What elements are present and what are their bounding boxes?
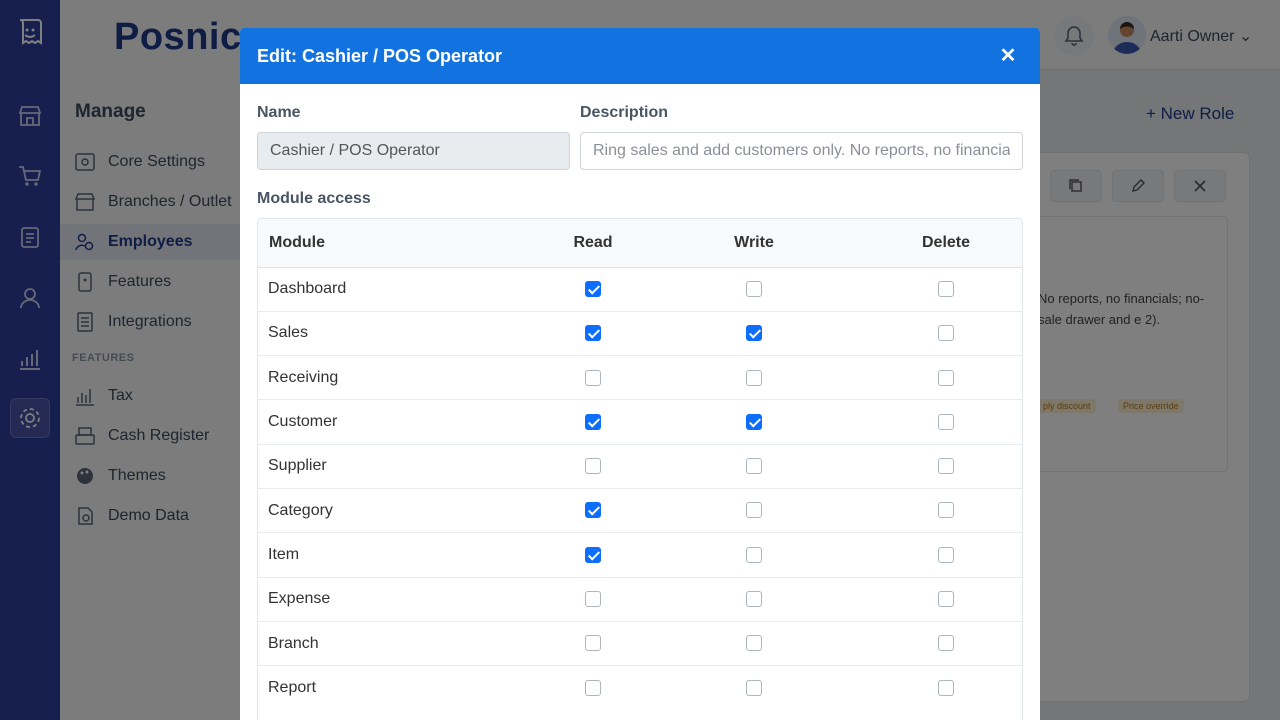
permission-cell-delete — [870, 620, 1022, 666]
permission-cell-read — [548, 399, 638, 445]
table-row: Sales — [258, 310, 1022, 356]
module-name: Sales — [258, 310, 548, 356]
permission-cell-read — [548, 443, 638, 489]
module-name: Expense — [258, 576, 548, 622]
permission-cell-delete — [870, 665, 1022, 710]
read-checkbox[interactable] — [585, 280, 601, 297]
delete-checkbox[interactable] — [938, 280, 954, 297]
permission-cell-delete — [870, 532, 1022, 578]
delete-checkbox[interactable] — [938, 502, 954, 519]
write-checkbox[interactable] — [746, 679, 762, 696]
permission-cell-write — [638, 487, 870, 533]
permission-cell-read — [548, 487, 638, 533]
delete-checkbox[interactable] — [938, 458, 954, 475]
delete-checkbox[interactable] — [938, 679, 954, 696]
column-header-read: Read — [548, 219, 638, 268]
module-access-label: Module access — [257, 190, 371, 207]
name-label: Name — [257, 104, 301, 121]
edit-role-modal: Edit: Cashier / POS Operator ✕ Name Desc… — [240, 28, 1040, 720]
read-checkbox[interactable] — [585, 546, 601, 563]
table-row: Dashboard — [258, 266, 1022, 312]
write-checkbox[interactable] — [746, 458, 762, 475]
column-header-write: Write — [638, 219, 870, 268]
permission-cell-read — [548, 355, 638, 400]
permission-cell-write — [638, 355, 870, 400]
permission-cell-write — [638, 620, 870, 666]
permission-cell-read — [548, 266, 638, 312]
permission-cell-write — [638, 399, 870, 445]
write-checkbox[interactable] — [746, 413, 762, 430]
permission-cell-read — [548, 665, 638, 710]
table-header-row: Module Read Write Delete — [258, 219, 1022, 268]
permission-cell-delete — [870, 443, 1022, 489]
permission-cell-write — [638, 532, 870, 578]
permission-cell-delete — [870, 399, 1022, 445]
delete-checkbox[interactable] — [938, 635, 954, 652]
permission-cell-delete — [870, 266, 1022, 312]
permission-cell-write — [638, 310, 870, 356]
read-checkbox[interactable] — [585, 369, 601, 386]
permission-cell-write — [638, 266, 870, 312]
permission-cell-delete — [870, 576, 1022, 622]
module-name: Dashboard — [258, 266, 548, 312]
column-header-module: Module — [258, 219, 548, 268]
write-checkbox[interactable] — [746, 502, 762, 519]
permission-cell-delete — [870, 355, 1022, 400]
read-checkbox[interactable] — [585, 590, 601, 607]
permission-cell-write — [638, 443, 870, 489]
close-icon[interactable]: ✕ — [998, 46, 1018, 66]
permissions-table-body: Dashboard Sales Receiving Customer Supplier C… — [258, 266, 1022, 710]
table-row: Report — [258, 665, 1022, 710]
read-checkbox[interactable] — [585, 635, 601, 652]
description-label: Description — [580, 104, 669, 121]
table-row: Branch — [258, 620, 1022, 666]
write-checkbox[interactable] — [746, 546, 762, 563]
write-checkbox[interactable] — [746, 369, 762, 386]
permission-cell-delete — [870, 310, 1022, 356]
read-checkbox[interactable] — [585, 458, 601, 475]
permission-cell-read — [548, 532, 638, 578]
module-name: Category — [258, 487, 548, 533]
delete-checkbox[interactable] — [938, 590, 954, 607]
table-row: Category — [258, 487, 1022, 533]
module-name: Supplier — [258, 443, 548, 489]
table-row: Supplier — [258, 443, 1022, 489]
module-name: Item — [258, 532, 548, 578]
read-checkbox[interactable] — [585, 679, 601, 696]
read-checkbox[interactable] — [585, 413, 601, 430]
delete-checkbox[interactable] — [938, 369, 954, 386]
permissions-table: Module Read Write Delete Dashboard Sales R… — [257, 218, 1023, 720]
delete-checkbox[interactable] — [938, 546, 954, 563]
permission-cell-delete — [870, 487, 1022, 533]
permission-cell-write — [638, 576, 870, 622]
permission-cell-read — [548, 310, 638, 356]
table-row: Expense — [258, 576, 1022, 622]
delete-checkbox[interactable] — [938, 413, 954, 430]
module-name: Receiving — [258, 355, 548, 400]
modal-header: Edit: Cashier / POS Operator ✕ — [240, 28, 1040, 84]
write-checkbox[interactable] — [746, 325, 762, 342]
write-checkbox[interactable] — [746, 590, 762, 607]
delete-checkbox[interactable] — [938, 325, 954, 342]
permission-cell-read — [548, 576, 638, 622]
write-checkbox[interactable] — [746, 635, 762, 652]
module-name: Branch — [258, 620, 548, 666]
column-header-delete: Delete — [870, 219, 1022, 268]
write-checkbox[interactable] — [746, 280, 762, 297]
role-name-field[interactable] — [257, 132, 570, 170]
module-name: Report — [258, 665, 548, 710]
module-name: Customer — [258, 399, 548, 445]
modal-title: Edit: Cashier / POS Operator — [257, 45, 503, 66]
read-checkbox[interactable] — [585, 325, 601, 342]
permission-cell-read — [548, 620, 638, 666]
permission-cell-write — [638, 665, 870, 710]
table-row: Customer — [258, 399, 1022, 445]
role-description-field[interactable] — [580, 132, 1023, 170]
read-checkbox[interactable] — [585, 502, 601, 519]
table-row: Item — [258, 532, 1022, 578]
table-row: Receiving — [258, 355, 1022, 400]
